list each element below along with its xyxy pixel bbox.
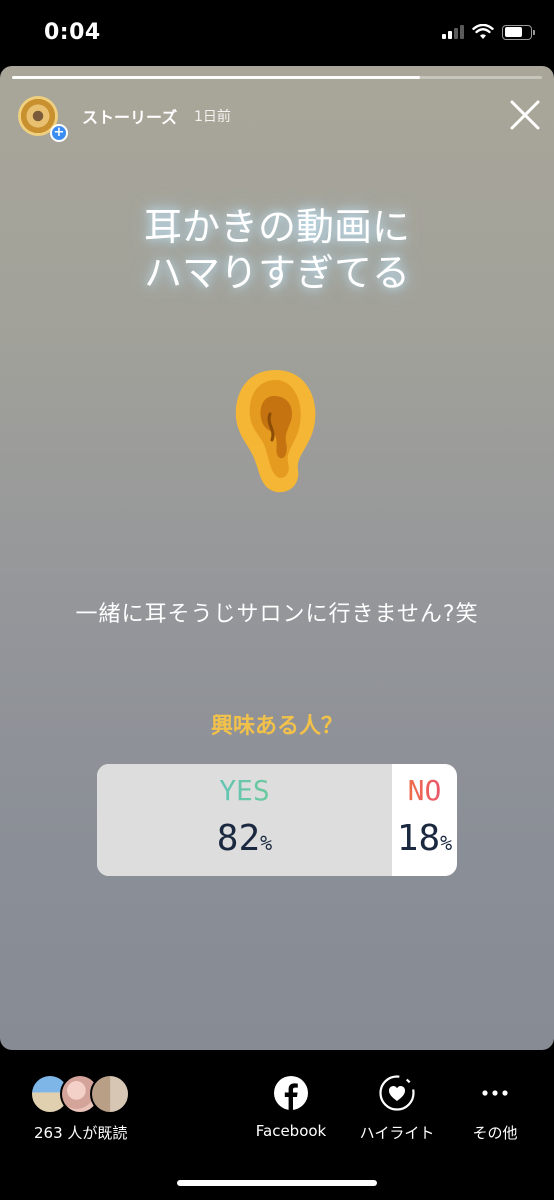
story-progress-bar [12,76,542,79]
poll-yes-label: YES [97,774,392,807]
cellular-signal-icon [442,25,464,39]
story-progress-fill [12,76,421,79]
facebook-button[interactable]: Facebook [246,1074,336,1140]
highlight-button[interactable]: ハイライト [352,1074,442,1143]
poll-yes-percent: 82% [216,818,273,859]
facebook-label: Facebook [255,1122,327,1140]
status-bar: 0:04 [0,0,554,66]
more-label: その他 [472,1124,518,1142]
headline-line-2: ハマりすぎてる [143,251,410,295]
story-timestamp: 1日前 [194,109,231,125]
poll-sticker[interactable]: YES 82% NO 18% [97,764,457,876]
story-subtitle: 一緒に耳そうじサロンに行きません?笑 [75,602,479,627]
battery-icon [502,24,535,40]
highlight-heart-icon [379,1075,415,1111]
viewer-count[interactable]: 263 人が既読 [34,1122,127,1143]
more-button[interactable]: その他 [450,1074,540,1143]
story-username[interactable]: ストーリーズ [82,104,177,128]
status-time: 0:04 [44,20,101,45]
poll-no-label: NO [392,774,457,807]
ear-icon [235,370,316,493]
story-headline: 耳かきの動画に ハマりすぎてる [0,204,554,296]
headline-line-1: 耳かきの動画に [143,205,410,249]
poll-question: 興味ある人？ [210,714,343,739]
poll-option-yes[interactable]: YES 82% [97,764,392,876]
more-icon [482,1090,508,1096]
home-indicator[interactable] [177,1180,377,1186]
viewer-avatars[interactable] [30,1074,130,1114]
wifi-icon [472,24,494,39]
close-icon[interactable] [508,98,542,132]
highlight-label: ハイライト [359,1124,435,1142]
add-story-icon[interactable]: + [50,124,68,142]
poll-option-no[interactable]: NO 18% [392,764,457,876]
viewer-avatar[interactable] [90,1074,130,1114]
facebook-icon [274,1076,308,1110]
status-icons [442,24,535,40]
story-view[interactable]: + ストーリーズ 1日前 耳かきの動画に ハマりすぎてる 一緒に耳そうじサロンに… [0,66,554,1050]
poll-no-percent: 18% [396,818,453,859]
story-bottom-bar: 263 人が既読 Facebook ハイライト その他 [0,1050,554,1200]
